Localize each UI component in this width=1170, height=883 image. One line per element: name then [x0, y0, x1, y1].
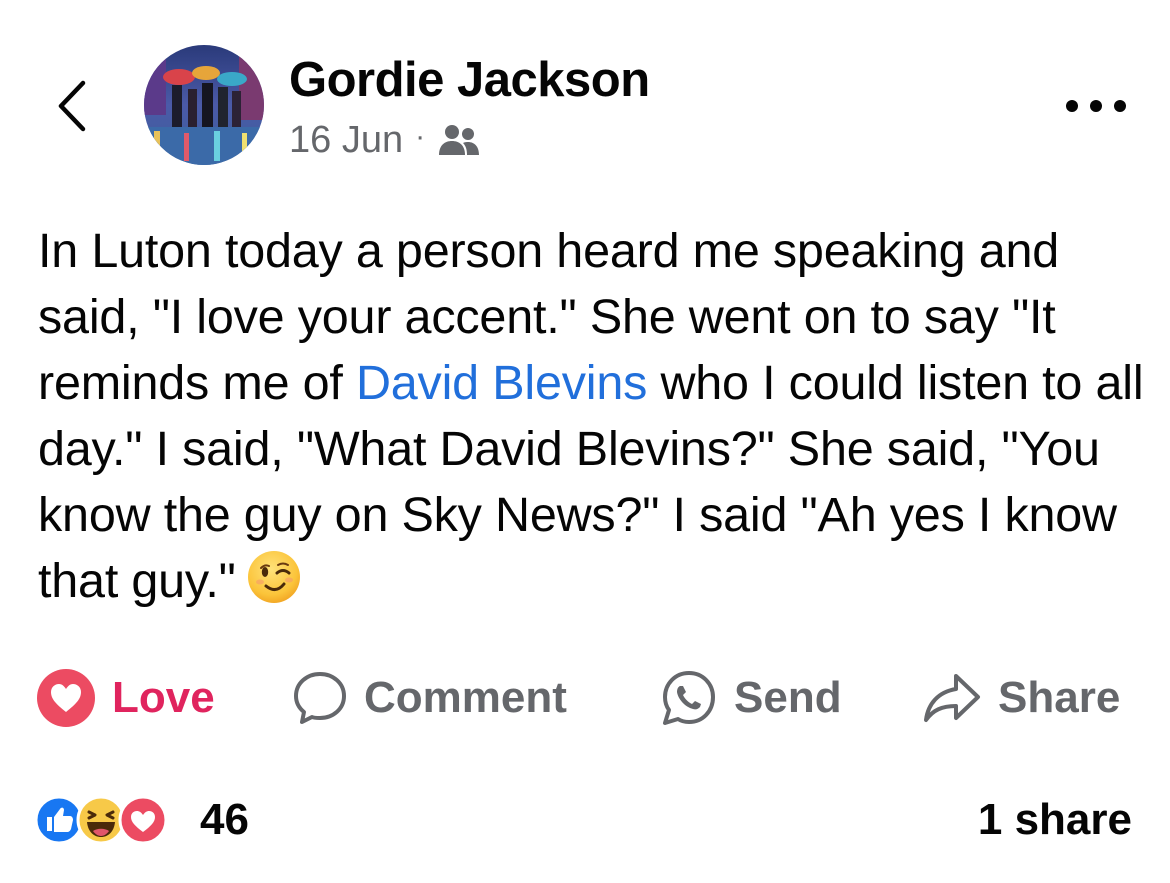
- author-name[interactable]: Gordie Jackson: [289, 50, 650, 110]
- mention-link[interactable]: David Blevins: [356, 356, 647, 410]
- post-action-bar: Love Comment Send Share: [0, 663, 1170, 733]
- post-meta: 16 Jun ·: [289, 117, 481, 163]
- more-options-button[interactable]: [1060, 88, 1132, 124]
- like-icon: [34, 795, 84, 845]
- share-arrow-icon: [922, 672, 982, 724]
- love-reaction-icon: [36, 668, 96, 728]
- send-button[interactable]: Send: [660, 663, 842, 733]
- love-button[interactable]: Love: [36, 663, 215, 733]
- back-button[interactable]: [48, 76, 96, 136]
- reactions-summary[interactable]: 46: [34, 790, 249, 850]
- comment-icon: [292, 670, 348, 726]
- send-label: Send: [734, 673, 842, 722]
- love-label: Love: [112, 673, 215, 722]
- winking-face-emoji: [246, 549, 302, 622]
- chevron-left-icon: [58, 80, 86, 132]
- share-count[interactable]: 1 share: [978, 790, 1132, 850]
- post-body: In Luton today a person heard me speakin…: [38, 218, 1153, 622]
- avatar[interactable]: [144, 45, 264, 165]
- friends-icon: [439, 125, 480, 155]
- haha-icon: [76, 795, 126, 845]
- more-icon: [1066, 100, 1126, 112]
- comment-button[interactable]: Comment: [292, 663, 567, 733]
- meta-separator: ·: [415, 120, 426, 153]
- reaction-count: 46: [200, 795, 249, 844]
- share-label: Share: [998, 673, 1121, 722]
- share-button[interactable]: Share: [922, 663, 1120, 733]
- reaction-icons: [34, 795, 168, 845]
- comment-label: Comment: [364, 673, 567, 722]
- post-date[interactable]: 16 Jun: [289, 119, 403, 162]
- love-icon: [118, 795, 168, 845]
- whatsapp-icon: [660, 669, 718, 727]
